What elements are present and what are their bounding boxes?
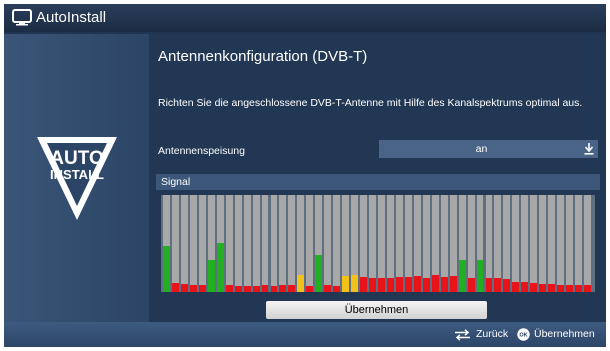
channel-slot (306, 195, 314, 292)
channel-level-bar (404, 277, 412, 292)
channel-level-bar (270, 286, 278, 292)
channel-level-bar (369, 278, 376, 292)
channel-level-bar (171, 283, 179, 292)
channel-slot (530, 195, 538, 292)
channel-level-bar (557, 285, 565, 292)
channel-slot (234, 195, 242, 292)
channel-level-bar (252, 286, 260, 292)
back-arrows-icon (455, 329, 470, 341)
channel-level-bar (413, 276, 421, 292)
channel-level-bar (584, 285, 591, 292)
channel-level-bar (575, 285, 583, 292)
autoinstall-triangle-logo: AUTO INSTALL (37, 137, 117, 220)
channel-level-bar (180, 284, 188, 292)
channel-level-bar (458, 260, 466, 292)
ok-hint-label: Übernehmen (534, 328, 595, 340)
channel-level-bar (386, 278, 394, 292)
channel-level-bar (539, 284, 547, 292)
logo-line1: AUTO (50, 148, 103, 169)
channel-level-bar (342, 276, 350, 292)
channel-level-bar (360, 277, 368, 292)
channel-slot (270, 195, 278, 292)
channel-level-bar (476, 260, 484, 292)
accept-button[interactable]: Übernehmen (266, 301, 487, 319)
channel-slot (548, 195, 556, 292)
channel-level-bar (234, 286, 242, 292)
tv-icon (12, 9, 32, 26)
channel-level-bar (333, 286, 341, 292)
channel-level-bar (315, 255, 323, 292)
channel-slot (279, 195, 287, 292)
channel-slot (557, 195, 565, 292)
channel-slot (198, 195, 206, 292)
channel-slot (584, 195, 591, 292)
channel-slot (180, 195, 188, 292)
channel-level-bar (548, 284, 556, 292)
channel-slot (189, 195, 197, 292)
signal-label: Signal (161, 176, 191, 188)
channel-level-bar (449, 276, 457, 292)
back-hint-label: Zurück (476, 328, 509, 340)
tv-screen: AutoInstall AUTO INSTALL Antennenkonfigu… (4, 4, 606, 347)
logo-line2: INSTALL (50, 167, 104, 182)
channel-level-bar (566, 285, 574, 292)
channel-level-bar (521, 282, 529, 292)
channel-slot (575, 195, 583, 292)
channel-level-bar (512, 282, 520, 292)
sidebar: AUTO INSTALL (4, 34, 149, 322)
page-title: Antennenkonfiguration (DVB-T) (158, 48, 368, 65)
channel-level-bar (279, 285, 287, 292)
channel-spectrum (161, 195, 595, 292)
channel-level-bar (422, 278, 430, 292)
channel-level-bar (503, 279, 511, 292)
channel-level-bar (494, 278, 502, 292)
channel-level-bar (467, 278, 475, 292)
channel-slot (288, 195, 296, 292)
channel-level-bar (306, 286, 314, 292)
channel-level-bar (485, 278, 493, 292)
channel-slot (252, 195, 260, 292)
antenna-power-select[interactable]: an (379, 140, 598, 158)
antenna-power-label: Antennenspeisung (158, 145, 245, 157)
antenna-power-value: an (475, 143, 488, 155)
channel-slot (512, 195, 520, 292)
ok-button-icon: OK (517, 328, 530, 341)
channel-level-bar (189, 285, 197, 292)
main-panel: Antennenkonfiguration (DVB-T) Richten Si… (149, 34, 606, 322)
channel-level-bar (351, 275, 359, 292)
instruction-text: Richten Sie die angeschlossene DVB-T-Ant… (158, 97, 583, 109)
dropdown-arrow-icon (584, 143, 594, 155)
accept-button-label: Übernehmen (344, 304, 409, 316)
channel-level-bar (163, 246, 170, 292)
channel-level-bar (431, 275, 439, 292)
channel-slot (243, 195, 251, 292)
channel-level-bar (243, 286, 251, 292)
channel-level-bar (297, 275, 305, 292)
channel-level-bar (378, 278, 385, 292)
footer-hints: Zurück OK Übernehmen (4, 322, 606, 347)
channel-slot (503, 195, 511, 292)
channel-level-bar (395, 277, 403, 292)
channel-level-bar (288, 285, 296, 292)
channel-level-bar (207, 260, 215, 292)
channel-level-bar (440, 277, 448, 292)
channel-level-bar (225, 285, 233, 292)
channel-level-bar (216, 243, 224, 292)
channel-level-bar (324, 285, 332, 292)
channel-slot (521, 195, 529, 292)
channel-level-bar (530, 283, 538, 292)
window-title: AutoInstall (36, 9, 107, 26)
channel-level-bar (198, 285, 206, 292)
title-bar: AutoInstall (4, 4, 606, 32)
channel-slot (333, 195, 341, 292)
channel-slot (566, 195, 574, 292)
channel-level-bar (261, 285, 269, 292)
channel-slot (324, 195, 332, 292)
ok-icon-text: OK (519, 333, 527, 339)
channel-slot (225, 195, 233, 292)
signal-header: Signal (156, 174, 600, 190)
channel-slot (261, 195, 269, 292)
channel-slot (539, 195, 547, 292)
channel-slot (171, 195, 179, 292)
